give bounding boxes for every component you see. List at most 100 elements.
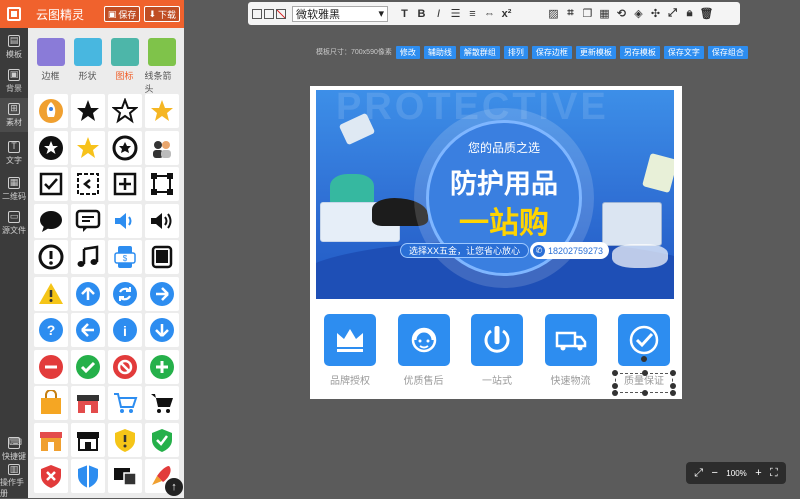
resize-handle[interactable]: [642, 370, 648, 376]
icon-tile[interactable]: [145, 240, 179, 274]
delete-button[interactable]: 🗑︎: [698, 6, 715, 22]
icon-tile[interactable]: [71, 203, 105, 238]
line-spacing-button[interactable]: ≡: [464, 6, 481, 22]
icon-tile[interactable]: [34, 203, 68, 238]
icon-tile[interactable]: [108, 203, 142, 238]
rail-item-2[interactable]: ⊞ 素材: [0, 98, 28, 132]
italic-button[interactable]: I: [430, 6, 447, 22]
crop-button[interactable]: ⌗: [562, 6, 579, 22]
rail-item-0[interactable]: ▤ 模板: [0, 30, 28, 64]
design-canvas[interactable]: PROTECTIVE 您的品质之选 防护用品 一站购 选择XX五金，让您省心放心…: [310, 86, 682, 399]
icon-tile[interactable]: [145, 203, 179, 238]
feature-item[interactable]: 快速物流: [543, 314, 599, 394]
rail-item-5[interactable]: ▭ 源文件: [0, 206, 28, 240]
icon-tile[interactable]: [71, 349, 105, 384]
layers-button[interactable]: ◈: [630, 6, 647, 22]
icon-tile[interactable]: [34, 240, 68, 274]
resize-handle[interactable]: [612, 390, 618, 396]
zoom-out-button[interactable]: −: [711, 467, 717, 479]
icon-tile[interactable]: $: [108, 240, 142, 274]
icon-tile[interactable]: [145, 313, 179, 347]
rail-item-1[interactable]: ▣ 背景: [0, 64, 28, 98]
action-button-2[interactable]: 解散群组: [459, 45, 500, 59]
icon-tile[interactable]: [71, 386, 105, 420]
resize-handle[interactable]: [670, 383, 676, 389]
icon-tile[interactable]: [145, 130, 179, 165]
feature-item[interactable]: 优质售后: [396, 314, 452, 394]
letter-spacing-button[interactable]: ⇔: [481, 6, 498, 22]
icon-tile[interactable]: [108, 349, 142, 384]
icon-tile[interactable]: [145, 167, 179, 201]
icon-tile[interactable]: [71, 276, 105, 311]
action-button-1[interactable]: 辅助线: [423, 45, 456, 59]
resize-handle[interactable]: [642, 390, 648, 396]
rail-item-6[interactable]: ⌨ 快捷键: [0, 432, 28, 466]
icon-tile[interactable]: [108, 167, 142, 201]
rail-item-3[interactable]: T 文字: [0, 136, 28, 170]
resize-handle[interactable]: [612, 370, 618, 376]
download-button[interactable]: ⬇ 下载: [144, 6, 180, 22]
icon-tile[interactable]: [108, 276, 142, 311]
icon-tile[interactable]: [108, 386, 142, 420]
category-tab-3[interactable]: 线条箭头: [145, 38, 179, 95]
flip-button[interactable]: ⟲: [613, 6, 630, 22]
icon-tile[interactable]: [34, 422, 68, 457]
zoom-in-button[interactable]: +: [755, 467, 761, 479]
icon-tile[interactable]: [34, 459, 68, 493]
banner-image[interactable]: PROTECTIVE 您的品质之选 防护用品 一站购 选择XX五金，让您省心放心…: [316, 90, 674, 299]
lock-button[interactable]: 🔒︎: [681, 6, 698, 22]
icon-tile[interactable]: [145, 349, 179, 384]
action-button-5[interactable]: 更新模板: [575, 45, 616, 59]
icon-tile[interactable]: [34, 349, 68, 384]
icon-tile[interactable]: [108, 130, 142, 165]
icon-tile[interactable]: [145, 386, 179, 420]
action-button-6[interactable]: 另存模板: [619, 45, 660, 59]
icon-tile[interactable]: [71, 240, 105, 274]
icon-tile[interactable]: [108, 94, 142, 128]
fit-screen-icon[interactable]: ⤢: [694, 467, 703, 480]
superscript-button[interactable]: x²: [498, 6, 515, 22]
icon-tile[interactable]: [34, 94, 68, 128]
action-button-0[interactable]: 修改: [395, 45, 420, 59]
expand-button[interactable]: ⤢: [664, 6, 681, 22]
action-button-3[interactable]: 排列: [503, 45, 528, 59]
icon-tile[interactable]: [34, 167, 68, 201]
fill-color-swatch[interactable]: [252, 8, 262, 19]
icon-tile[interactable]: [71, 422, 105, 457]
icon-tile[interactable]: [71, 167, 105, 201]
align-left-button[interactable]: ☰: [447, 6, 464, 22]
feature-item[interactable]: 品牌授权: [322, 314, 378, 394]
icon-tile[interactable]: [145, 422, 179, 457]
resize-handle[interactable]: [670, 370, 676, 376]
transparent-swatch[interactable]: [276, 8, 286, 19]
icon-tile[interactable]: [34, 130, 68, 165]
resize-handle[interactable]: [641, 356, 647, 362]
action-button-7[interactable]: 保存文字: [663, 45, 704, 59]
resize-handle[interactable]: [670, 390, 676, 396]
category-tab-2[interactable]: 图标: [108, 38, 142, 95]
icon-tile[interactable]: [145, 94, 179, 128]
group-button[interactable]: ▦: [596, 6, 613, 22]
icon-tile[interactable]: [34, 276, 68, 311]
icon-tile[interactable]: [108, 422, 142, 457]
category-tab-1[interactable]: 形状: [71, 38, 105, 95]
rail-item-4[interactable]: ▦ 二维码: [0, 172, 28, 206]
icon-tile[interactable]: [34, 386, 68, 420]
feature-item[interactable]: 一站式: [469, 314, 525, 394]
action-button-8[interactable]: 保存组合: [707, 45, 748, 59]
font-select[interactable]: 微软雅黑 ▾: [292, 5, 388, 22]
copy-button[interactable]: ❐: [579, 6, 596, 22]
scroll-top-button[interactable]: ↑: [165, 478, 183, 496]
resize-handle[interactable]: [612, 383, 618, 389]
border-color-swatch[interactable]: [264, 8, 274, 19]
icon-tile[interactable]: [145, 276, 179, 311]
icon-tile[interactable]: [71, 130, 105, 165]
rail-item-7[interactable]: ▥ 操作手册: [0, 463, 28, 498]
icon-tile[interactable]: [71, 313, 105, 347]
save-button[interactable]: ▣ 保存: [103, 6, 141, 22]
icon-tile[interactable]: ?: [34, 313, 68, 347]
fullscreen-icon[interactable]: ⛶: [770, 467, 778, 480]
fit-button[interactable]: ✣: [647, 6, 664, 22]
text-size-button[interactable]: T: [396, 6, 413, 22]
icon-tile[interactable]: [71, 94, 105, 128]
